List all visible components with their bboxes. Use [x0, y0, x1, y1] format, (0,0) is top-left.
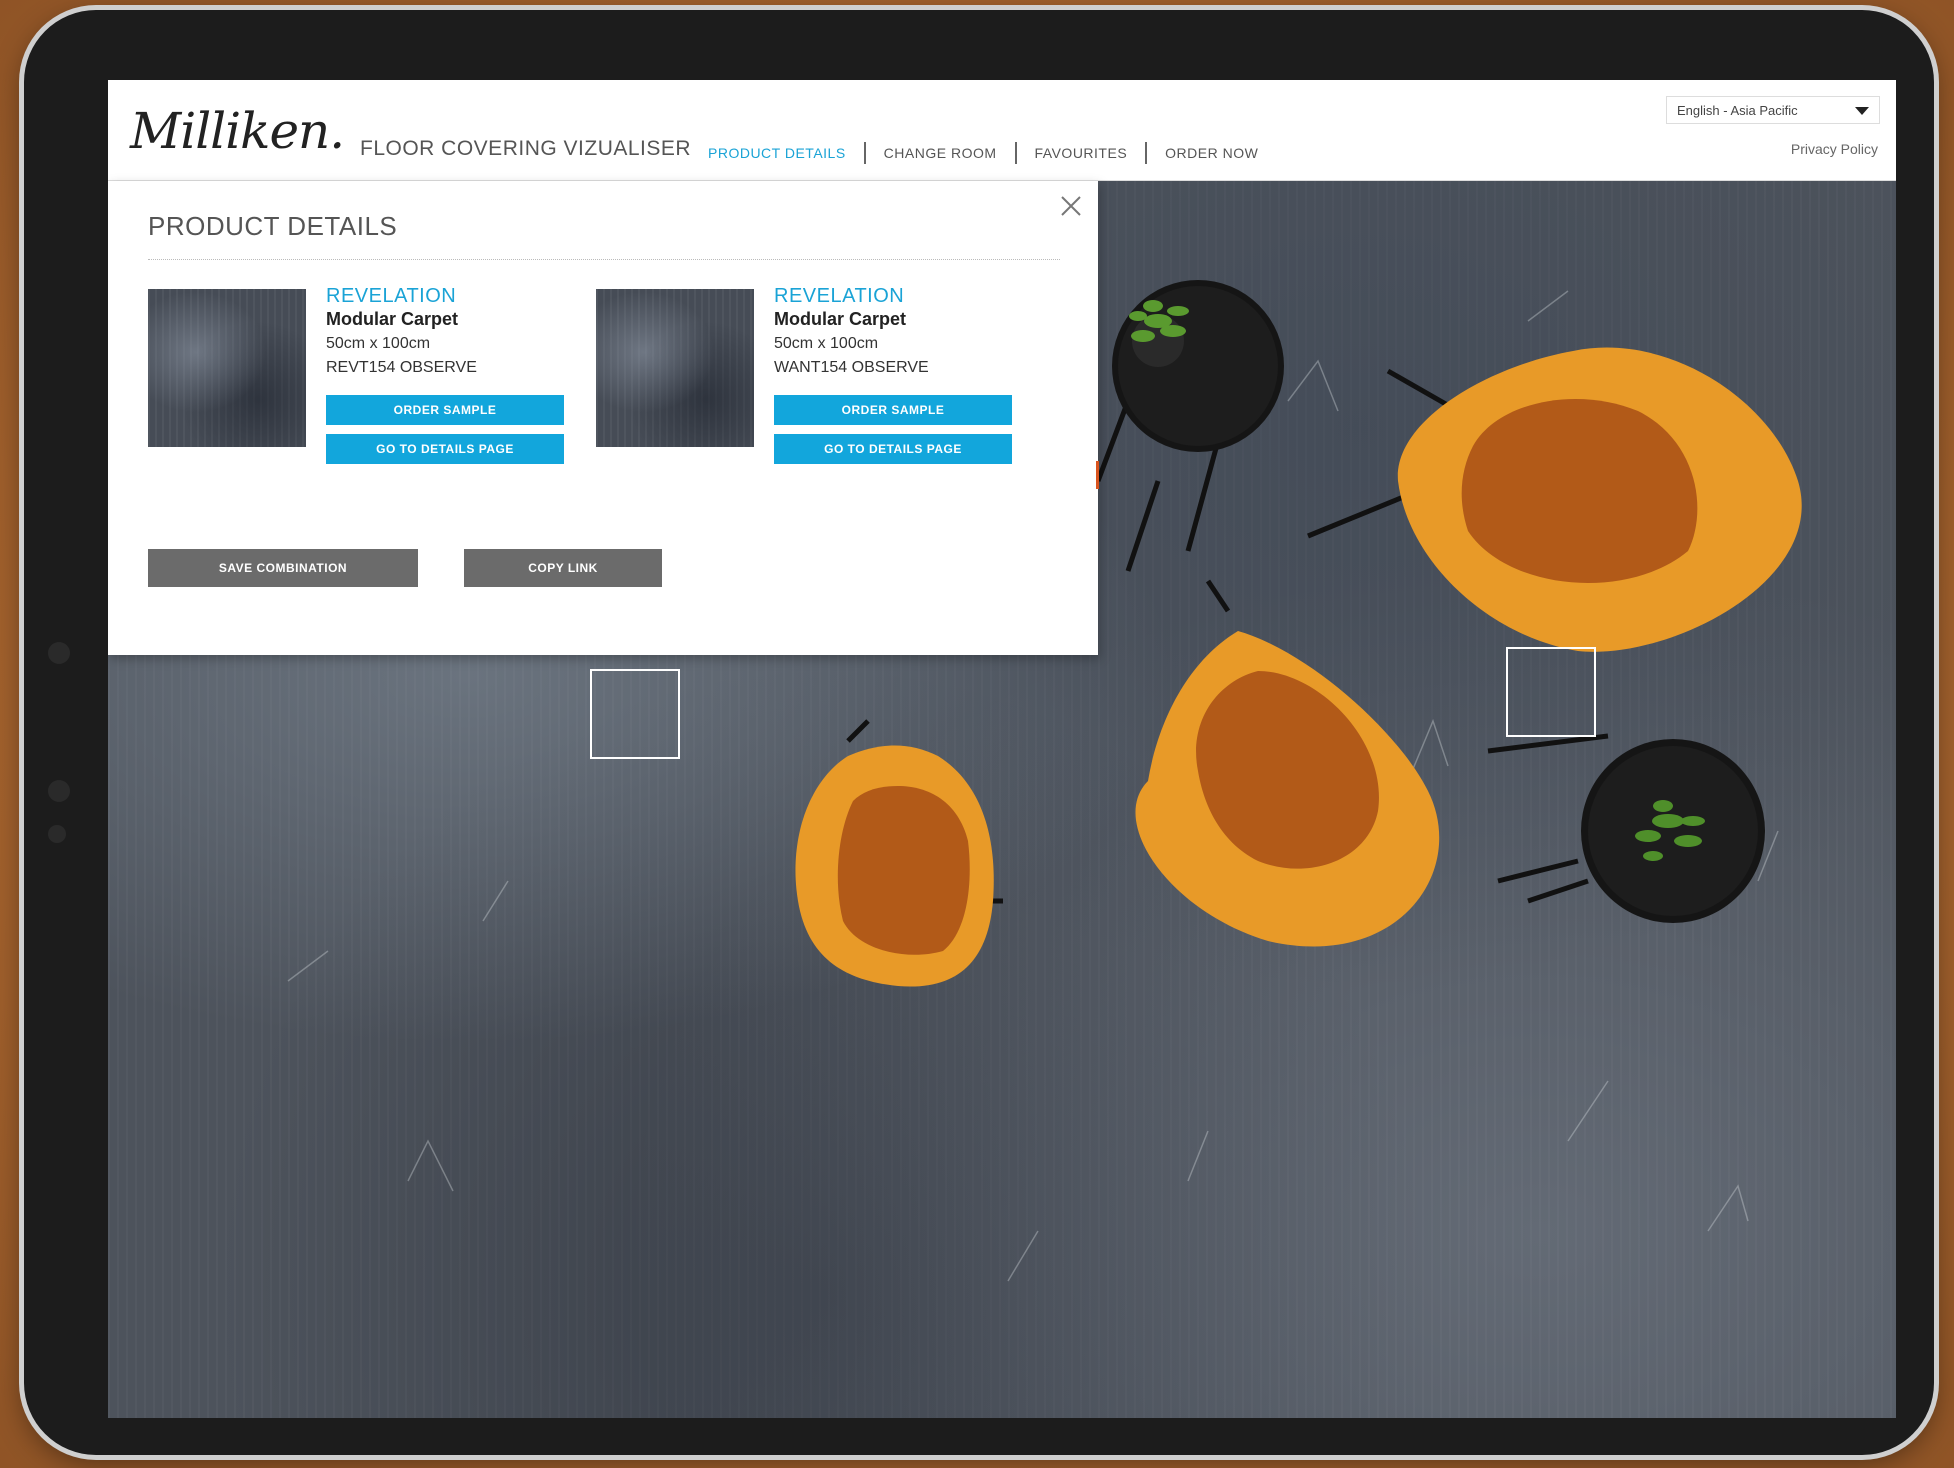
language-select-value: English - Asia Pacific — [1677, 103, 1798, 118]
armchair-top-right — [1307, 347, 1802, 652]
nav-change-room[interactable]: CHANGE ROOM — [866, 145, 1015, 161]
product-size: 50cm x 100cm — [774, 335, 879, 352]
product-size: 50cm x 100cm — [326, 335, 431, 352]
sensor-dot — [48, 825, 66, 843]
privacy-policy-link[interactable]: Privacy Policy — [1791, 141, 1878, 157]
details-page-button[interactable]: GO TO DETAILS PAGE — [774, 434, 1012, 464]
nav-order-now[interactable]: ORDER NOW — [1147, 145, 1276, 161]
floor-hotspot-right[interactable] — [1506, 647, 1596, 737]
armchair-bottom-left — [795, 719, 1003, 987]
side-table-top — [1095, 280, 1284, 572]
app-screen: Milliken. FLOOR COVERING VIZUALISER PROD… — [108, 80, 1896, 1418]
order-sample-button[interactable]: ORDER SAMPLE — [326, 395, 564, 425]
product-brand: REVELATION — [774, 285, 905, 307]
nav-favourites[interactable]: FAVOURITES — [1017, 145, 1146, 161]
panel-divider — [148, 259, 1060, 260]
armchair-middle — [1135, 579, 1440, 947]
close-icon[interactable] — [1058, 193, 1084, 219]
nav-product-details[interactable]: PRODUCT DETAILS — [690, 145, 864, 161]
product-details-panel: PRODUCT DETAILS REVELATION Modular Carpe… — [108, 181, 1099, 655]
floor-hotspot-left[interactable] — [590, 669, 680, 759]
product-code: WANT154 OBSERVE — [774, 359, 929, 376]
milliken-logo[interactable]: Milliken. — [130, 102, 345, 160]
product-swatch[interactable] — [148, 289, 306, 447]
app-header: Milliken. FLOOR COVERING VIZUALISER PROD… — [108, 80, 1896, 181]
panel-title: PRODUCT DETAILS — [148, 211, 398, 241]
language-select[interactable]: English - Asia Pacific — [1666, 96, 1880, 124]
camera-dot — [48, 780, 70, 802]
product-swatch[interactable] — [596, 289, 754, 447]
product-type: Modular Carpet — [774, 309, 907, 329]
dropdown-caret-icon — [1855, 107, 1869, 115]
product-brand: REVELATION — [326, 285, 457, 307]
order-sample-button[interactable]: ORDER SAMPLE — [774, 395, 1012, 425]
side-table-bottom-right — [1487, 733, 1765, 923]
tablet-frame: Milliken. FLOOR COVERING VIZUALISER PROD… — [24, 10, 1934, 1455]
product-code: REVT154 OBSERVE — [326, 359, 477, 376]
product-type: Modular Carpet — [326, 309, 459, 329]
details-page-button[interactable]: GO TO DETAILS PAGE — [326, 434, 564, 464]
camera-dot — [48, 642, 70, 664]
panel-scroll-indicator[interactable] — [1096, 461, 1099, 489]
save-combination-button[interactable]: SAVE COMBINATION — [148, 549, 418, 587]
main-nav: PRODUCT DETAILS CHANGE ROOM FAVOURITES O… — [690, 142, 1276, 164]
app-title: FLOOR COVERING VIZUALISER — [360, 137, 692, 160]
copy-link-button[interactable]: COPY LINK — [464, 549, 662, 587]
